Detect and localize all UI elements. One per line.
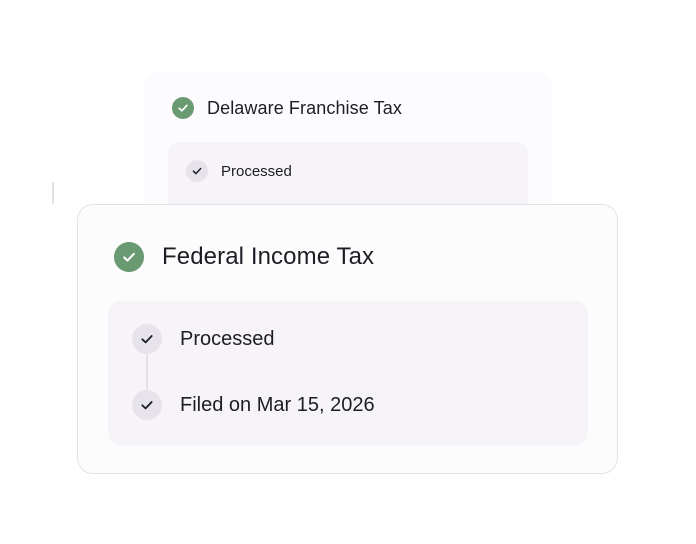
check-circle-icon <box>114 242 144 272</box>
timeline-connector <box>52 182 54 204</box>
timeline-connector <box>146 354 148 390</box>
tax-card-title: Federal Income Tax <box>162 243 375 270</box>
tax-card-delaware[interactable]: Delaware Franchise Tax Processed <box>144 72 552 212</box>
tax-card-title: Delaware Franchise Tax <box>207 97 402 118</box>
status-timeline: Processed Filed on Mar 15, 2026 <box>108 301 588 445</box>
timeline-step-label: Processed <box>221 162 292 180</box>
tax-card-header: Federal Income Tax <box>114 242 374 272</box>
status-timeline: Processed <box>168 142 528 212</box>
timeline-step-processed: Processed <box>132 324 275 354</box>
tax-card-federal[interactable]: Federal Income Tax Processed Filed on Ma <box>77 204 618 474</box>
check-icon <box>132 390 162 420</box>
timeline-step-filed: Filed on Mar 15, 2026 <box>132 390 375 420</box>
tax-card-header: Delaware Franchise Tax <box>172 97 402 119</box>
check-circle-icon <box>172 97 194 119</box>
timeline-step-label: Processed <box>180 327 275 350</box>
check-icon <box>132 324 162 354</box>
check-icon <box>186 160 208 182</box>
timeline-step: Processed <box>186 160 292 182</box>
timeline-step-label: Filed on Mar 15, 2026 <box>180 393 375 416</box>
tax-filing-stack: Delaware Franchise Tax Processed Federal… <box>0 0 696 544</box>
